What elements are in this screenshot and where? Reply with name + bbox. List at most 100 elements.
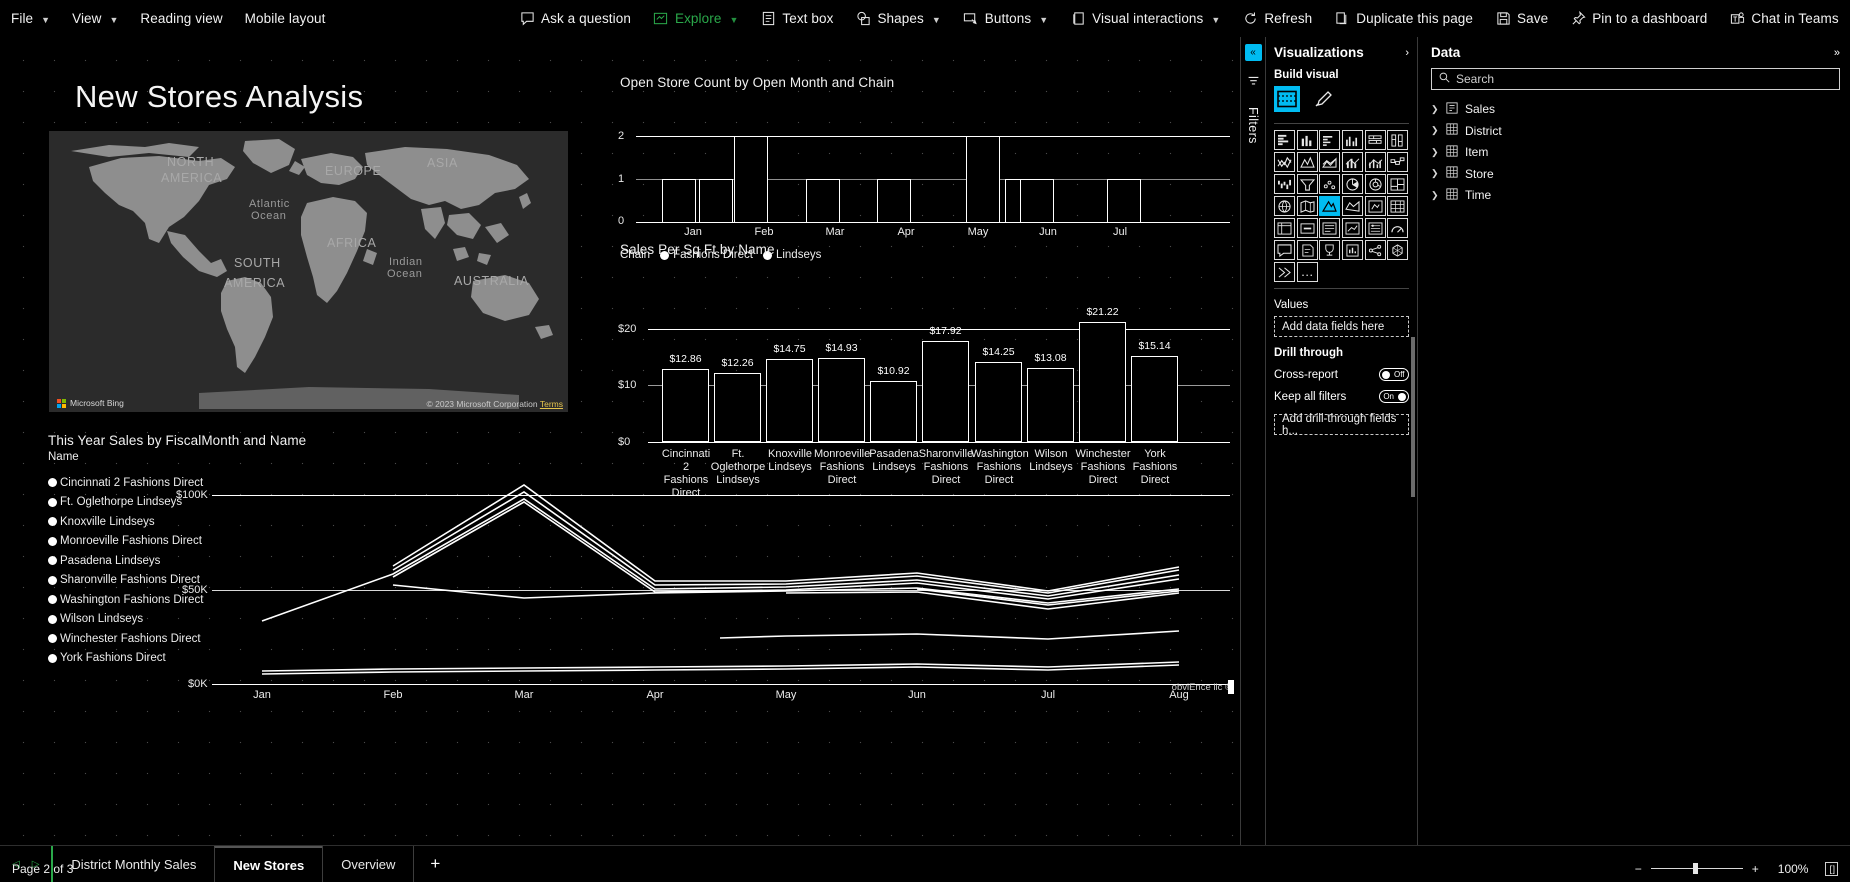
chevron-right-icon[interactable]: ❯	[1431, 190, 1439, 201]
bar[interactable]	[818, 358, 865, 442]
visualization-type-gallery[interactable]: …	[1274, 123, 1409, 289]
bar[interactable]	[1020, 179, 1054, 223]
chevron-right-icon[interactable]: ❯	[1431, 147, 1439, 158]
bar[interactable]	[662, 179, 696, 223]
data-table-item[interactable]: ❯ Item	[1431, 142, 1840, 163]
keep-all-filters-toggle[interactable]: On	[1379, 390, 1409, 403]
data-table-district[interactable]: ❯ District	[1431, 121, 1840, 142]
ribbon-item-explore[interactable]: Explore ▼	[642, 0, 749, 37]
data-tree[interactable]: ❯ Sales ❯ District ❯ Item ❯ Store ❯ Time	[1431, 99, 1840, 206]
data-table-store[interactable]: ❯ Store	[1431, 164, 1840, 185]
collapse-pane-button[interactable]: «	[1244, 44, 1262, 61]
treemap-icon[interactable]	[1387, 174, 1409, 194]
bar[interactable]	[662, 369, 709, 442]
filter-icon[interactable]	[1247, 75, 1260, 93]
build-visual-tab[interactable]	[1274, 86, 1300, 112]
ribbon-item-shapes[interactable]: Shapes ▼	[844, 0, 951, 37]
cross-report-toggle[interactable]: Off	[1379, 368, 1409, 381]
bar[interactable]	[1027, 368, 1074, 442]
map-visual[interactable]: NORTH AMERICA EUROPE ASIA AFRICA SOUTH A…	[49, 131, 568, 412]
pie-chart-icon[interactable]	[1341, 174, 1363, 194]
area-chart-icon[interactable]	[1296, 152, 1318, 172]
stacked-bar-chart-icon[interactable]	[1274, 130, 1295, 150]
ribbon-item-mobile-layout[interactable]: Mobile layout	[234, 0, 337, 37]
bar[interactable]	[922, 341, 969, 442]
kpi-icon[interactable]	[1341, 218, 1363, 238]
more-options-icon[interactable]: …	[1296, 262, 1318, 282]
paginated-report-icon[interactable]	[1296, 240, 1318, 260]
card-icon[interactable]	[1296, 218, 1318, 238]
ribbon-item-pin-to-a-dashboard[interactable]: Pin to a dashboard	[1559, 0, 1718, 37]
bar[interactable]	[766, 359, 813, 442]
metrics-trophy-icon[interactable]	[1319, 240, 1341, 260]
map-icon[interactable]	[1274, 196, 1295, 216]
stacked-column-chart-icon[interactable]	[1296, 130, 1318, 150]
ribbon-item-file[interactable]: File ▼	[0, 0, 61, 37]
bar[interactable]	[975, 362, 1022, 442]
bar[interactable]	[877, 179, 911, 223]
100-stacked-bar-chart-icon[interactable]	[1364, 130, 1386, 150]
zoom-out-button[interactable]: −	[1635, 862, 1642, 876]
cross-report-row[interactable]: Cross-report Off	[1274, 368, 1409, 381]
line-stacked-column-chart-icon[interactable]	[1341, 152, 1363, 172]
azure-map-icon[interactable]	[1319, 196, 1341, 216]
zoom-slider-knob[interactable]	[1692, 863, 1698, 874]
chevron-right-icon[interactable]: ❯	[1431, 125, 1439, 136]
expand-pane-button[interactable]: ›	[1405, 47, 1409, 59]
map-canvas[interactable]: NORTH AMERICA EUROPE ASIA AFRICA SOUTH A…	[49, 131, 568, 412]
visualizations-pane-scrollbar[interactable]	[1411, 337, 1415, 497]
filled-map-icon[interactable]	[1296, 196, 1318, 216]
expand-data-pane-button[interactable]: »	[1834, 47, 1840, 59]
bar[interactable]	[1131, 356, 1178, 442]
clustered-column-chart-icon[interactable]	[1341, 130, 1363, 150]
visualizations-pane[interactable]: Visualizations › Build visual … Values A…	[1266, 37, 1418, 845]
decomposition-tree-icon[interactable]	[1364, 240, 1386, 260]
clustered-bar-chart-icon[interactable]	[1319, 130, 1341, 150]
bar[interactable]	[806, 179, 840, 223]
multi-row-card-icon[interactable]	[1319, 218, 1341, 238]
bar[interactable]	[1107, 179, 1141, 223]
funnel-chart-icon[interactable]	[1296, 174, 1318, 194]
slicer-icon[interactable]	[1364, 218, 1386, 238]
key-influencers-icon[interactable]	[1387, 240, 1409, 260]
terms-link[interactable]: Terms	[540, 399, 563, 409]
donut-chart-icon[interactable]	[1364, 174, 1386, 194]
bar[interactable]	[699, 179, 733, 223]
line-clustered-column-chart-icon[interactable]	[1364, 152, 1386, 172]
ribbon-chart-icon[interactable]	[1387, 152, 1409, 172]
python-visual-icon[interactable]	[1274, 262, 1295, 282]
keep-all-filters-row[interactable]: Keep all filters On	[1274, 390, 1409, 403]
filters-pane-label[interactable]: Filters	[1246, 107, 1260, 144]
arcgis-map-icon[interactable]	[1364, 196, 1386, 216]
ribbon-item-visual-interactions[interactable]: Visual interactions ▼	[1059, 0, 1231, 37]
gauge-icon[interactable]	[1387, 218, 1409, 238]
q-and-a-icon[interactable]	[1274, 240, 1295, 260]
values-dropzone[interactable]: Add data fields here	[1274, 316, 1409, 337]
search-input[interactable]: Search	[1431, 68, 1840, 90]
smart-narrative-icon[interactable]	[1341, 240, 1363, 260]
data-table-sales[interactable]: ❯ Sales	[1431, 99, 1840, 120]
ribbon-item-refresh[interactable]: Refresh	[1231, 0, 1323, 37]
scatter-chart-icon[interactable]	[1319, 174, 1341, 194]
bar[interactable]	[966, 136, 1000, 223]
filters-rail[interactable]: « Filters	[1240, 37, 1266, 845]
zoom-in-button[interactable]: +	[1752, 862, 1759, 876]
bar[interactable]	[734, 136, 768, 223]
chevron-right-icon[interactable]: ❯	[1431, 104, 1439, 115]
100-stacked-column-chart-icon[interactable]	[1387, 130, 1409, 150]
drill-through-dropzone[interactable]: Add drill-through fields h...	[1274, 413, 1409, 437]
format-visual-tab[interactable]	[1310, 86, 1336, 112]
chevron-right-icon[interactable]: ❯	[1431, 168, 1439, 179]
ribbon-item-text-box[interactable]: Text box	[749, 0, 844, 37]
bar[interactable]	[714, 373, 761, 442]
ribbon-item-save[interactable]: Save	[1484, 0, 1559, 37]
matrix-icon[interactable]	[1274, 218, 1295, 238]
data-pane[interactable]: Data » Search ❯ Sales ❯ District ❯ Item …	[1419, 37, 1850, 845]
waterfall-chart-icon[interactable]	[1274, 174, 1295, 194]
zoom-slider[interactable]	[1650, 863, 1743, 874]
stacked-area-chart-icon[interactable]	[1319, 152, 1341, 172]
open-store-count-chart[interactable]: Open Store Count by Open Month and Chain…	[618, 75, 1230, 270]
line-chart-icon[interactable]	[1274, 152, 1295, 172]
ribbon-item-buttons[interactable]: Buttons ▼	[952, 0, 1059, 37]
build-tabs[interactable]	[1274, 86, 1409, 112]
